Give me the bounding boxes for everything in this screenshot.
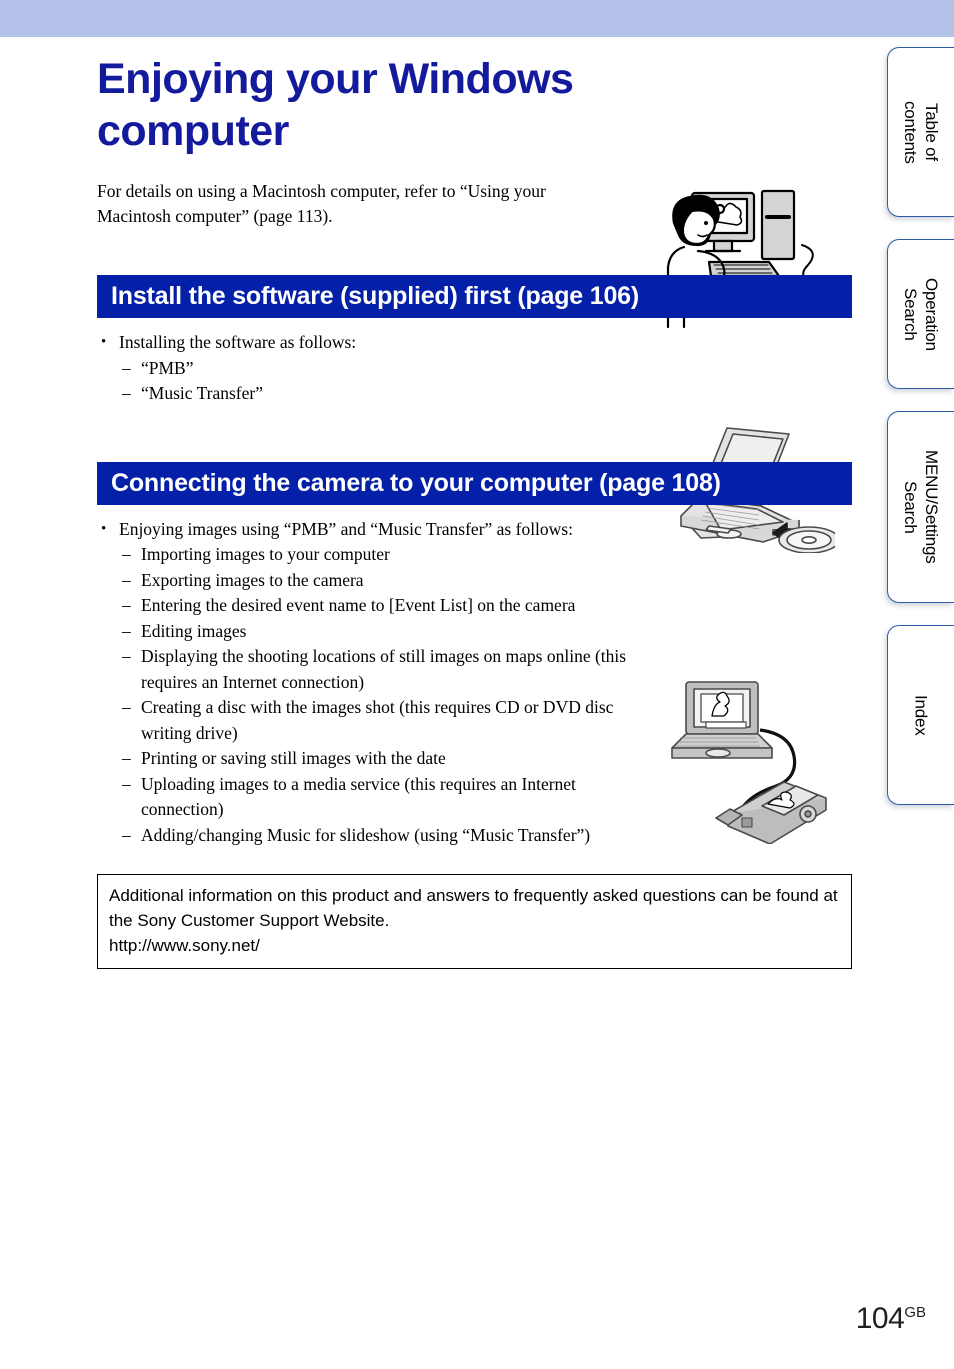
connect-sub-list: Importing images to your computer Export…: [119, 542, 657, 848]
sidebar-item-label: MENU/Settings Search: [901, 450, 941, 564]
support-info-url[interactable]: http://www.sony.net/: [109, 933, 840, 958]
top-decorative-band: [0, 0, 954, 37]
sidebar-item-index[interactable]: Index: [887, 625, 954, 805]
list-item: Enjoying images using “PMB” and “Music T…: [97, 517, 657, 849]
list-item: Installing the software as follows: “PMB…: [97, 330, 657, 407]
page-number: 104GB: [856, 1302, 926, 1336]
page-content: Enjoying your Windows computer For detai…: [97, 37, 854, 969]
page-title: Enjoying your Windows computer: [97, 55, 574, 155]
page-number-suffix: GB: [904, 1304, 926, 1321]
intro-paragraph: For details on using a Macintosh compute…: [97, 181, 546, 226]
sidebar-item-operation-search[interactable]: Operation Search: [887, 239, 954, 389]
list-item: “PMB”: [119, 356, 657, 382]
page-number-value: 104: [855, 1302, 905, 1335]
install-bullet-list: Installing the software as follows: “PMB…: [97, 330, 854, 407]
section-heading-install-software: Install the software (supplied) first (p…: [97, 275, 852, 318]
side-tab-navigation: Table of contents Operation Search MENU/…: [887, 47, 954, 827]
bullet-text: Enjoying images using “PMB” and “Music T…: [119, 518, 573, 539]
sidebar-item-table-of-contents[interactable]: Table of contents: [887, 47, 954, 217]
list-item: Exporting images to the camera: [119, 568, 657, 594]
list-item: Printing or saving still images with the…: [119, 746, 657, 772]
list-item: Entering the desired event name to [Even…: [119, 593, 657, 619]
list-item: Uploading images to a media service (thi…: [119, 772, 657, 823]
sidebar-item-label: Table of contents: [901, 100, 941, 164]
connect-bullet-list: Enjoying images using “PMB” and “Music T…: [97, 517, 854, 849]
support-info-text: Additional information on this product a…: [109, 886, 838, 930]
section-heading-connecting-camera: Connecting the camera to your computer (…: [97, 461, 852, 505]
list-item: Displaying the shooting locations of sti…: [119, 644, 657, 695]
support-info-box: Additional information on this product a…: [97, 874, 852, 969]
list-item: Creating a disc with the images shot (th…: [119, 695, 657, 746]
list-item: “Music Transfer”: [119, 381, 657, 407]
list-item: Importing images to your computer: [119, 542, 657, 568]
bullet-text: Installing the software as follows:: [119, 332, 357, 352]
sidebar-item-label: Index: [911, 694, 931, 736]
list-item: Adding/changing Music for slideshow (usi…: [119, 823, 657, 849]
sidebar-item-label: Operation Search: [901, 277, 941, 351]
install-sub-list: “PMB” “Music Transfer”: [119, 356, 657, 407]
list-item: Editing images: [119, 619, 657, 645]
sidebar-item-menu-settings-search[interactable]: MENU/Settings Search: [887, 411, 954, 603]
